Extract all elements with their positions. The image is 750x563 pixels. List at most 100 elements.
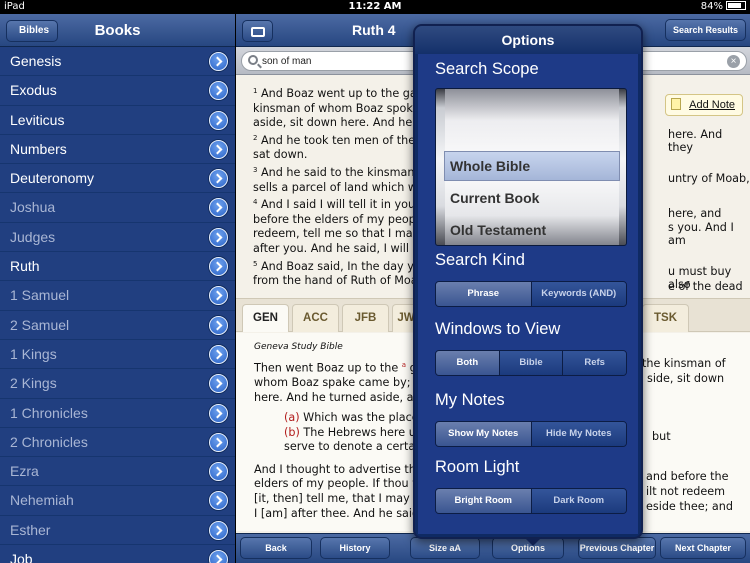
battery-indicator: 84% [701, 1, 746, 12]
chevron-right-icon[interactable] [209, 110, 228, 130]
book-item[interactable]: Deuteronomy [0, 164, 235, 194]
verse-line-fragment: here. And they [668, 128, 723, 154]
book-item[interactable]: Ezra [0, 457, 235, 487]
windows-segmented: Both Bible Refs [435, 350, 627, 376]
segment-refs[interactable]: Refs [562, 351, 626, 375]
book-label: Ruth [10, 258, 40, 275]
chapter-title: Ruth 4 [352, 22, 396, 38]
book-item[interactable]: 1 Samuel [0, 281, 235, 311]
chevron-right-icon[interactable] [209, 315, 228, 335]
search-icon [248, 55, 258, 65]
book-label: 2 Chronicles [10, 433, 88, 450]
segment-show-my-notes[interactable]: Show My Notes [436, 422, 531, 446]
book-item[interactable]: 2 Samuel [0, 310, 235, 340]
segment-keywords-and[interactable]: Keywords (AND) [530, 282, 626, 306]
book-item[interactable]: Genesis [0, 47, 235, 77]
status-bar: iPad 11:22 AM 84% [0, 0, 750, 14]
add-note-button[interactable]: Add Note [665, 94, 743, 116]
segment-dark-room[interactable]: Dark Room [530, 489, 626, 513]
book-label: Esther [10, 521, 51, 538]
chevron-right-icon[interactable] [209, 550, 228, 563]
scope-option[interactable]: Old Testament [450, 222, 546, 238]
chevron-right-icon[interactable] [209, 520, 228, 540]
chevron-right-icon[interactable] [209, 198, 228, 218]
chevron-right-icon[interactable] [209, 169, 228, 189]
book-item[interactable]: 2 Kings [0, 369, 235, 399]
verse-line-fragment: s you. And I am [668, 221, 734, 247]
size-aa-button[interactable]: Size aA [410, 537, 480, 559]
chevron-right-icon[interactable] [209, 462, 228, 482]
book-item[interactable]: 2 Chronicles [0, 427, 235, 458]
book-item[interactable]: Judges [0, 222, 235, 253]
book-item[interactable]: Exodus [0, 76, 235, 106]
add-note-label: Add Note [689, 99, 735, 111]
chevron-right-icon[interactable] [209, 491, 228, 511]
sidebar-title: Books [94, 22, 141, 39]
options-body: Search Scope Whole Bible Current Book Ol… [418, 54, 638, 534]
clock: 11:22 AM [348, 1, 402, 12]
next-chapter-button[interactable]: Next Chapter [660, 537, 746, 559]
segment-bible[interactable]: Bible [498, 351, 563, 375]
segment-bright-room[interactable]: Bright Room [436, 489, 531, 513]
options-popover: Options Search Scope Whole Bible Current… [413, 24, 643, 546]
room-light-segmented: Bright Room Dark Room [435, 488, 627, 514]
verse-number: 2 [253, 133, 258, 142]
tab-tsk[interactable]: TSK [642, 304, 689, 332]
search-scope-picker[interactable]: Whole Bible Current Book Old Testament [435, 88, 627, 246]
previous-chapter-button[interactable]: Previous Chapter [578, 537, 656, 559]
book-item[interactable]: Esther [0, 515, 235, 546]
tab-gen[interactable]: GEN [242, 304, 289, 332]
segment-both[interactable]: Both [436, 351, 499, 375]
book-item[interactable]: Ruth [0, 252, 235, 282]
chevron-right-icon[interactable] [209, 52, 228, 71]
chevron-right-icon[interactable] [209, 257, 228, 277]
segment-phrase[interactable]: Phrase [436, 282, 531, 306]
search-scope-label: Search Scope [435, 60, 539, 78]
book-label: Genesis [10, 53, 62, 69]
my-notes-label: My Notes [435, 391, 505, 409]
book-list: Genesis Exodus Leviticus Numbers Deuteronomy… [0, 47, 235, 563]
chevron-right-icon[interactable] [209, 81, 228, 101]
verse-line-fragment: e of the dead [668, 280, 743, 293]
book-label: 1 Chronicles [10, 404, 88, 421]
book-item[interactable]: Leviticus [0, 105, 235, 135]
chevron-right-icon[interactable] [209, 139, 228, 159]
my-notes-segmented: Show My Notes Hide My Notes [435, 421, 627, 447]
note-pad-icon [671, 98, 682, 110]
search-results-button[interactable]: Search Results [664, 19, 746, 41]
book-label: Leviticus [10, 111, 65, 128]
book-item[interactable]: 1 Chronicles [0, 398, 235, 428]
chevron-right-icon[interactable] [209, 432, 228, 452]
app-window: { "status": {"carrier": "iPad", "time": … [0, 0, 750, 563]
book-item[interactable]: Job [0, 545, 235, 563]
clear-search-icon[interactable]: × [727, 55, 740, 68]
book-item[interactable]: 1 Kings [0, 339, 235, 370]
search-kind-label: Search Kind [435, 251, 525, 269]
book-label: Judges [10, 228, 56, 245]
chevron-right-icon[interactable] [209, 403, 228, 423]
scope-option[interactable]: Current Book [450, 190, 539, 206]
book-item[interactable]: Joshua [0, 193, 235, 223]
chevron-right-icon[interactable] [209, 344, 228, 364]
verse-line-fragment: here, and [668, 207, 722, 220]
book-item[interactable]: Numbers [0, 134, 235, 165]
tab-jfb[interactable]: JFB [342, 304, 389, 332]
battery-percent: 84% [700, 1, 723, 12]
book-label: Joshua [10, 199, 56, 216]
history-button[interactable]: History [320, 537, 390, 559]
book-item[interactable]: Nehemiah [0, 486, 235, 516]
tab-acc[interactable]: ACC [292, 304, 339, 332]
library-bag-button[interactable] [242, 20, 273, 42]
chevron-right-icon[interactable] [209, 374, 228, 394]
book-label: Job [10, 551, 33, 563]
segment-hide-my-notes[interactable]: Hide My Notes [530, 422, 626, 446]
chevron-right-icon[interactable] [209, 227, 228, 247]
chevron-right-icon[interactable] [209, 286, 228, 306]
verse-number: 4 [253, 198, 258, 207]
verse-number: 3 [253, 165, 258, 174]
battery-icon [726, 1, 746, 10]
windows-to-view-label: Windows to View [435, 320, 561, 338]
scope-option[interactable]: Whole Bible [450, 158, 530, 174]
book-label: Ezra [10, 463, 39, 480]
back-button[interactable]: Back [240, 537, 312, 559]
